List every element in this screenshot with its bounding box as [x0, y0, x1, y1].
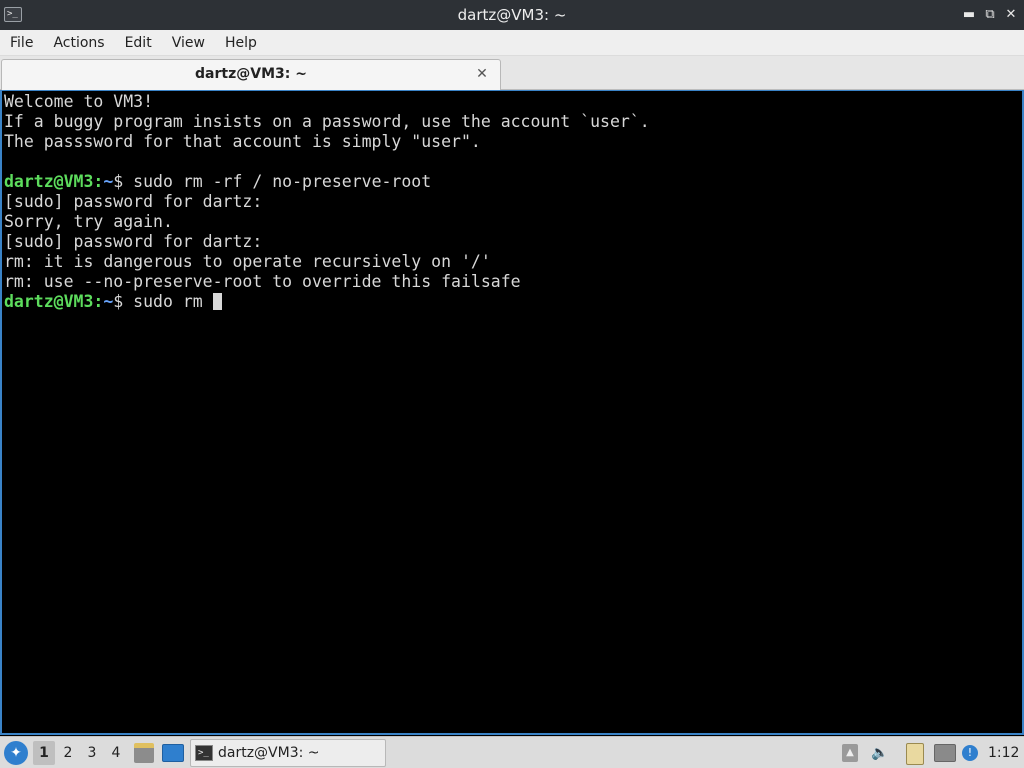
command-text: sudo rm [133, 292, 213, 311]
prompt-separator: : [93, 172, 104, 191]
clipboard-icon[interactable] [906, 743, 924, 765]
close-icon[interactable]: ✕ [1003, 7, 1019, 23]
menu-file[interactable]: File [0, 30, 43, 56]
notification-icon[interactable]: ! [962, 745, 978, 761]
terminal-line: [sudo] password for dartz: [4, 192, 650, 212]
output-text: rm: use --no-preserve-root to override t… [4, 272, 521, 291]
terminal-line: dartz@VM3:~$ sudo rm -rf / no-preserve-r… [4, 172, 650, 192]
menu-actions[interactable]: Actions [43, 30, 114, 56]
window-title: dartz@VM3: ~ [457, 6, 567, 24]
workspace-2[interactable]: 2 [57, 741, 79, 765]
prompt-separator: : [93, 292, 104, 311]
terminal-view[interactable]: Welcome to VM3! If a buggy program insist… [0, 90, 1024, 735]
prompt-path: ~ [103, 172, 114, 191]
taskbar-terminal-button[interactable]: >_ dartz@VM3: ~ [190, 739, 386, 767]
file-manager-icon[interactable] [134, 743, 154, 763]
menu-view[interactable]: View [162, 30, 215, 56]
output-text: If a buggy program insists on a password… [4, 112, 650, 131]
output-text: Sorry, try again. [4, 212, 173, 231]
restore-icon[interactable]: ⧉ [982, 7, 998, 23]
tab-bar: dartz@VM3: ~ ✕ [0, 56, 1024, 90]
output-text: The passsword for that account is simply… [4, 132, 481, 151]
output-text: rm: it is dangerous to operate recursive… [4, 252, 491, 271]
taskbar-task-label: dartz@VM3: ~ [218, 745, 320, 761]
volume-icon[interactable]: 🔈 [870, 743, 890, 763]
network-icon[interactable] [934, 744, 956, 762]
terminal-line: If a buggy program insists on a password… [4, 112, 650, 132]
prompt-symbol: $ [113, 292, 134, 311]
prompt-symbol: $ [113, 172, 134, 191]
text-cursor [212, 293, 222, 310]
minimize-icon[interactable]: ▬ [961, 7, 977, 23]
clock[interactable]: 1:12 [988, 737, 1019, 768]
terminal-line: rm: use --no-preserve-root to override t… [4, 272, 650, 292]
menu-edit[interactable]: Edit [115, 30, 162, 56]
workspace-4[interactable]: 4 [105, 741, 127, 765]
taskbar: ✦ 1 2 3 4 >_ dartz@VM3: ~ ▲ 🔈 ! 1:12 [0, 736, 1024, 768]
prompt-user: dartz@VM3 [4, 172, 94, 191]
workspace-1[interactable]: 1 [33, 741, 55, 765]
window-titlebar[interactable]: >_ dartz@VM3: ~ ▬ ⧉ ✕ [0, 0, 1024, 30]
terminal-line: The passsword for that account is simply… [4, 132, 650, 152]
workspace-3[interactable]: 3 [81, 741, 103, 765]
terminal-line: Sorry, try again. [4, 212, 650, 232]
terminal-line: Welcome to VM3! [4, 92, 650, 112]
tab-terminal[interactable]: dartz@VM3: ~ ✕ [1, 59, 501, 90]
prompt-path: ~ [103, 292, 114, 311]
terminal-output: Welcome to VM3! If a buggy program insist… [4, 92, 650, 312]
output-text: [sudo] password for dartz: [4, 232, 263, 251]
eject-icon[interactable]: ▲ [842, 744, 858, 762]
menu-bar: File Actions Edit View Help [0, 30, 1024, 56]
output-text: Welcome to VM3! [4, 92, 154, 111]
terminal-icon: >_ [195, 745, 213, 761]
command-text: sudo rm -rf / no-preserve-root [133, 172, 432, 191]
menu-help[interactable]: Help [215, 30, 267, 56]
terminal-line: [sudo] password for dartz: [4, 232, 650, 252]
terminal-line: dartz@VM3:~$ sudo rm [4, 292, 650, 312]
show-desktop-icon[interactable] [162, 744, 184, 762]
terminal-line: rm: it is dangerous to operate recursive… [4, 252, 650, 272]
prompt-user: dartz@VM3 [4, 292, 94, 311]
start-menu-icon[interactable]: ✦ [4, 741, 28, 765]
output-text: [sudo] password for dartz: [4, 192, 263, 211]
tab-close-icon[interactable]: ✕ [474, 65, 490, 83]
tab-label: dartz@VM3: ~ [195, 66, 307, 82]
